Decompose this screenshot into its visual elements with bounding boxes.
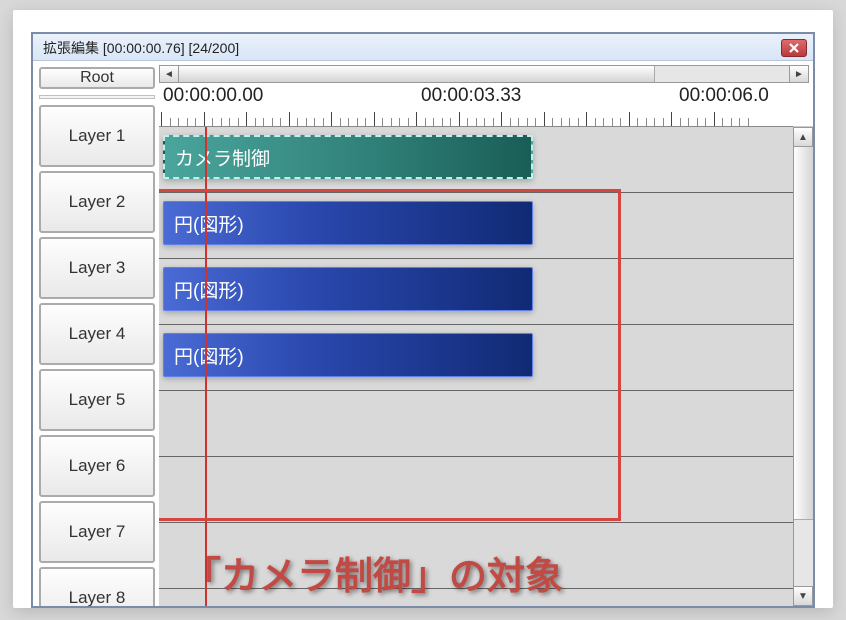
content-area: Root Layer 1Layer 2Layer 3Layer 4Layer 5… [33,61,813,606]
hscroll-thumb[interactable] [179,66,655,82]
close-icon [789,43,799,53]
audio-meter [39,95,155,99]
layer-labels: Layer 1Layer 2Layer 3Layer 4Layer 5Layer… [39,105,155,606]
layer-label-8[interactable]: Layer 8 [39,567,155,606]
time-label: 00:00:06.0 [679,85,769,107]
vscroll-down-button[interactable]: ▼ [793,586,813,606]
page-wrap: 拡張編集 [00:00:00.76] [24/200] Root Layer 1… [13,10,833,608]
time-label: 00:00:00.00 [163,85,263,107]
track-row-7[interactable] [159,523,813,589]
track-row-2[interactable]: 円(図形) [159,193,813,259]
window-title: 拡張編集 [00:00:00.76] [24/200] [43,38,781,58]
vscroll-up-button[interactable]: ▲ [793,127,813,147]
right-column: ◄ ► 00:00:00.00 00:00:03.33 00:00:06.0 カ… [159,61,813,606]
vscroll-spacer [793,87,813,127]
shape-clip[interactable]: 円(図形) [163,201,533,245]
layer-label-3[interactable]: Layer 3 [39,237,155,299]
hscrollbar[interactable]: ◄ ► [159,65,809,83]
vscroll-thumb[interactable] [794,147,813,520]
layer-label-7[interactable]: Layer 7 [39,501,155,563]
layer-label-6[interactable]: Layer 6 [39,435,155,497]
time-ruler[interactable]: 00:00:00.00 00:00:03.33 00:00:06.0 [159,83,813,127]
shape-clip[interactable]: 円(図形) [163,267,533,311]
ruler-ticks [159,112,813,126]
shape-clip[interactable]: 円(図形) [163,333,533,377]
track-row-4[interactable]: 円(図形) [159,325,813,391]
hscroll-track[interactable] [179,65,789,83]
timeline-window: 拡張編集 [00:00:00.76] [24/200] Root Layer 1… [31,32,815,608]
track-row-5[interactable] [159,391,813,457]
layer-label-1[interactable]: Layer 1 [39,105,155,167]
vscrollbar[interactable]: ▲ ▼ [793,87,813,606]
vscroll-track[interactable] [793,147,813,586]
hscroll-left-button[interactable]: ◄ [159,65,179,83]
time-label: 00:00:03.33 [421,85,521,107]
track-rows: カメラ制御円(図形) 円(図形) 円(図形) [159,127,813,606]
hscroll-right-button[interactable]: ► [789,65,809,83]
track-row-3[interactable]: 円(図形) [159,259,813,325]
track-row-6[interactable] [159,457,813,523]
camera-control-clip[interactable]: カメラ制御 [163,135,533,179]
close-button[interactable] [781,39,807,57]
tracks-area[interactable]: カメラ制御円(図形)円(図形)円(図形) 「カメラ制御」の対象 [159,127,813,606]
layer-label-2[interactable]: Layer 2 [39,171,155,233]
layer-label-5[interactable]: Layer 5 [39,369,155,431]
titlebar[interactable]: 拡張編集 [00:00:00.76] [24/200] [33,34,813,61]
root-button[interactable]: Root [39,67,155,89]
track-row-1[interactable]: カメラ制御 [159,127,813,193]
layer-label-4[interactable]: Layer 4 [39,303,155,365]
left-column: Root Layer 1Layer 2Layer 3Layer 4Layer 5… [33,61,159,606]
track-row-8[interactable] [159,589,813,606]
